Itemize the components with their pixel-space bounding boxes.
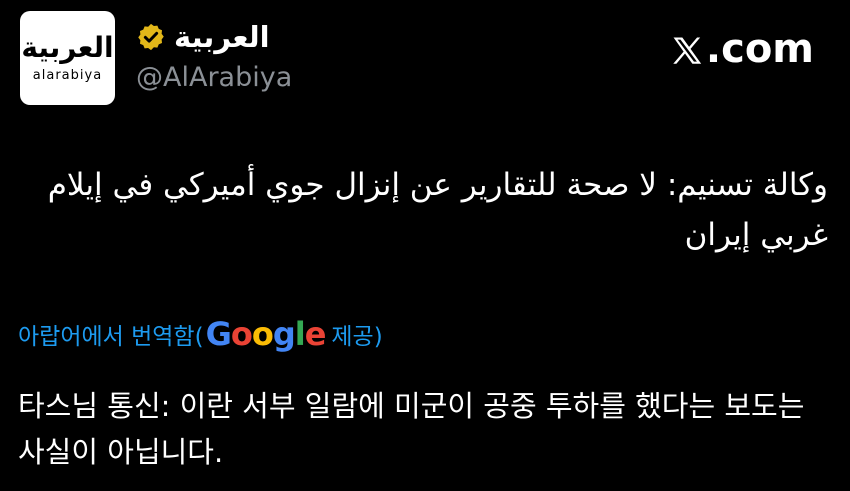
verified-badge-icon — [136, 22, 166, 52]
translation-label-suffix: 제공) — [331, 324, 383, 350]
user-handle[interactable]: @AlArabiya — [136, 62, 292, 93]
author-name-row[interactable]: العربية — [136, 20, 270, 54]
tweet-text-arabic: وكالة تسنيم: لا صحة للتقارير عن إنزال جو… — [47, 167, 828, 253]
display-name: العربية — [174, 20, 270, 54]
google-logo: Google — [205, 315, 327, 353]
site-badge: .com — [670, 26, 814, 72]
tweet-screenshot: العربية alarabiya العربية @AlArabiya .co… — [0, 0, 850, 491]
site-label: .com — [705, 26, 814, 72]
x-logo-icon — [670, 32, 704, 66]
translation-label: 아랍어에서 번역함( — [18, 324, 204, 350]
avatar-arabic-logo: العربية — [21, 30, 114, 64]
avatar[interactable]: العربية alarabiya — [20, 11, 115, 105]
tweet-text-translated: 타스님 통신: 이란 서부 일람에 미군이 공중 투하를 했다는 보도는 사실이… — [18, 389, 805, 469]
avatar-latin-logo: alarabiya — [32, 67, 103, 83]
translation-attribution[interactable]: 아랍어에서 번역함( Google 제공) — [18, 315, 383, 353]
